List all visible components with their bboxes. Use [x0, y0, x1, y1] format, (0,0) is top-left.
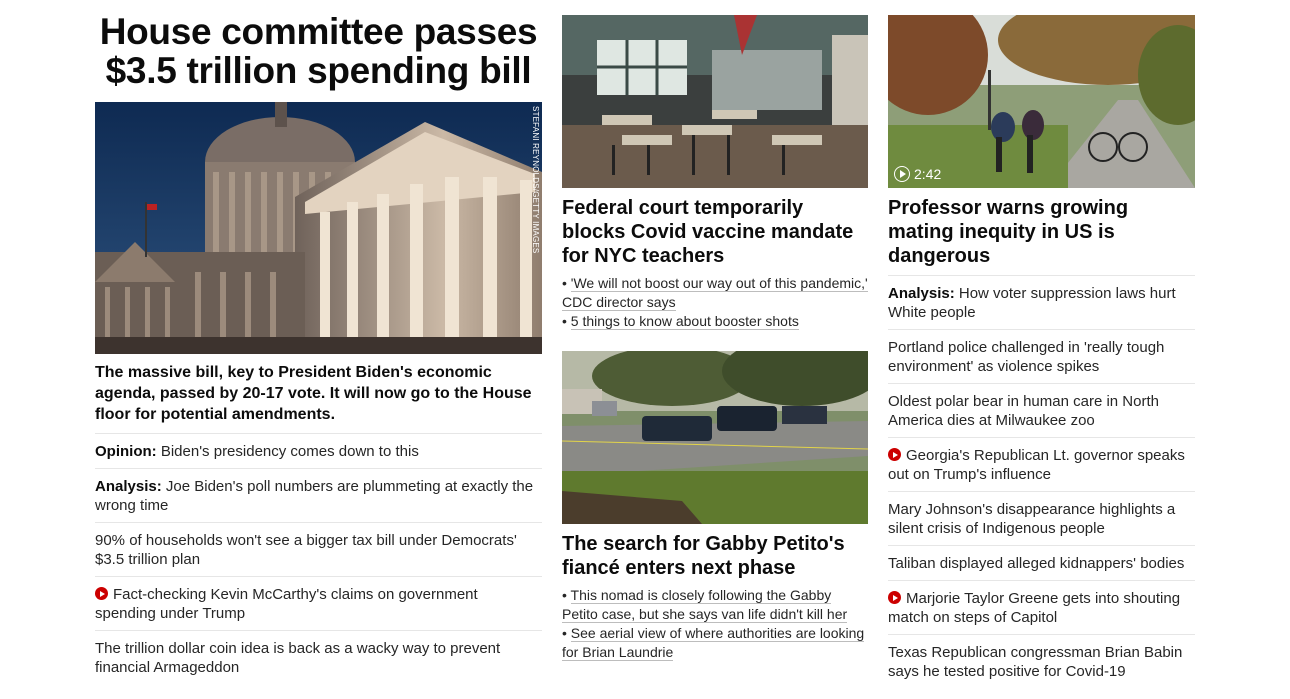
lead-related-list: Opinion: Biden's presidency comes down t…	[95, 433, 542, 684]
story1-headline[interactable]: Federal court temporarily blocks Covid v…	[562, 196, 868, 268]
video-play-icon	[888, 591, 901, 604]
story-item[interactable]: Portland police challenged in 'really to…	[888, 329, 1195, 383]
kicker-label: Opinion:	[95, 443, 157, 460]
story2-bullets: • This nomad is closely following the Ga…	[562, 586, 868, 662]
video-play-icon	[888, 448, 901, 461]
lead-headline[interactable]: House committee passes $3.5 trillion spe…	[95, 12, 542, 90]
bullet-link[interactable]: • 5 things to know about booster shots	[562, 312, 868, 331]
story-item[interactable]: Mary Johnson's disappearance highlights …	[888, 491, 1195, 545]
related-item[interactable]: 90% of households won't see a bigger tax…	[95, 522, 542, 576]
related-item[interactable]: Opinion: Biden's presidency comes down t…	[95, 433, 542, 468]
bullet-link[interactable]: • 'We will not boost our way out of this…	[562, 274, 868, 312]
police-scene-image	[562, 351, 868, 524]
story-item[interactable]: Georgia's Republican Lt. governor speaks…	[888, 437, 1195, 491]
story-item[interactable]: Oldest polar bear in human care in North…	[888, 383, 1195, 437]
right-story-list: Analysis: How voter suppression laws hur…	[888, 275, 1195, 688]
related-item[interactable]: The trillion dollar coin idea is back as…	[95, 630, 542, 684]
right-column: 2:42 Professor warns growing mating ineq…	[888, 0, 1195, 688]
capitol-photo[interactable]: STEFANI REYNOLDS/GETTY IMAGES	[95, 102, 542, 354]
lead-summary[interactable]: The massive bill, key to President Biden…	[95, 362, 542, 425]
campus-image	[888, 15, 1195, 188]
story1-bullets: • 'We will not boost our way out of this…	[562, 274, 868, 331]
middle-column: Federal court temporarily blocks Covid v…	[562, 0, 868, 662]
story-item[interactable]: Marjorie Taylor Greene gets into shoutin…	[888, 580, 1195, 634]
classroom-image	[562, 15, 868, 188]
video-play-icon	[95, 587, 108, 600]
story-item[interactable]: Taliban displayed alleged kidnappers' bo…	[888, 545, 1195, 580]
lead-column: House committee passes $3.5 trillion spe…	[95, 0, 542, 684]
related-item[interactable]: Fact-checking Kevin McCarthy's claims on…	[95, 576, 542, 630]
capitol-building-image	[95, 102, 542, 354]
story2-headline[interactable]: The search for Gabby Petito's fiancé ent…	[562, 532, 868, 580]
bullet-link[interactable]: • See aerial view of where authorities a…	[562, 624, 868, 662]
story-item[interactable]: Texas Republican congressman Brian Babin…	[888, 634, 1195, 688]
story-item[interactable]: Analysis: How voter suppression laws hur…	[888, 275, 1195, 329]
classroom-photo[interactable]	[562, 15, 868, 188]
photo-credit: STEFANI REYNOLDS/GETTY IMAGES	[531, 106, 540, 254]
police-scene-photo[interactable]	[562, 351, 868, 524]
campus-video-thumbnail[interactable]: 2:42	[888, 15, 1195, 188]
play-circle-icon	[894, 166, 910, 182]
bullet-link[interactable]: • This nomad is closely following the Ga…	[562, 586, 868, 624]
kicker-label: Analysis:	[888, 285, 955, 302]
right-headline[interactable]: Professor warns growing mating inequity …	[888, 196, 1195, 268]
kicker-label: Analysis:	[95, 478, 162, 495]
video-duration-badge: 2:42	[894, 166, 941, 182]
related-item[interactable]: Analysis: Joe Biden's poll numbers are p…	[95, 468, 542, 522]
